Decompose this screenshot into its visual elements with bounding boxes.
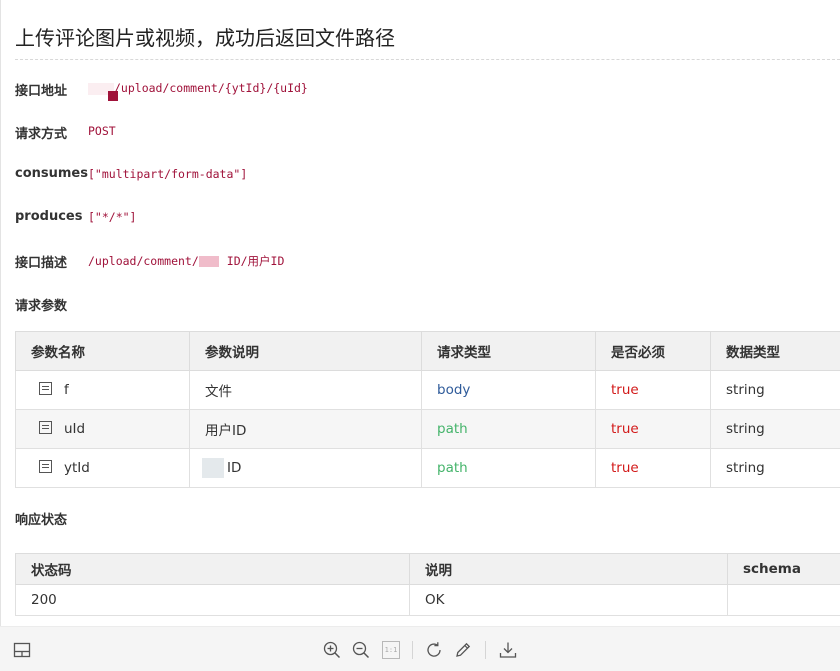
left-border	[0, 0, 1, 626]
description-label: 接口描述	[15, 252, 67, 271]
param-desc-cell: ID	[190, 449, 422, 488]
column-header: 状态码	[16, 554, 410, 585]
table-row: ytId ID path true string	[16, 449, 840, 488]
zoom-in-icon[interactable]	[323, 641, 341, 659]
param-in: path	[422, 410, 596, 449]
status-schema	[728, 585, 840, 616]
params-table: 参数名称 参数说明 请求类型 是否必须 数据类型 f 文件 body true …	[15, 331, 840, 488]
param-desc: ID	[227, 460, 241, 476]
consumes-label: consumes	[15, 166, 88, 181]
api-doc-page: 上传评论图片或视频，成功后返回文件路径 接口地址 /upload/comment…	[0, 0, 840, 626]
endpoint-value: /upload/comment/{ytId}/{uId}	[88, 81, 308, 95]
redacted-text	[199, 256, 219, 267]
param-type: string	[711, 410, 840, 449]
status-desc: OK	[410, 585, 728, 616]
table-row: f 文件 body true string	[16, 371, 840, 410]
params-header-row: 参数名称 参数说明 请求类型 是否必须 数据类型	[16, 332, 840, 371]
toolbar-divider	[412, 641, 413, 659]
param-name-cell: f	[16, 371, 190, 410]
endpoint-path: /upload/comment/{ytId}/{uId}	[114, 81, 308, 95]
consumes-value: ["multipart/form-data"]	[88, 167, 247, 181]
list-icon	[39, 382, 52, 395]
param-desc: 文件	[190, 371, 422, 410]
list-icon	[39, 421, 52, 434]
params-section-title: 请求参数	[15, 295, 67, 314]
description-suffix: ID/用户ID	[227, 254, 285, 268]
zoom-out-icon[interactable]	[352, 641, 370, 659]
param-name: uId	[64, 421, 85, 437]
column-header: 数据类型	[711, 332, 840, 371]
column-header: 说明	[410, 554, 728, 585]
column-header: 是否必须	[596, 332, 711, 371]
toolbar-divider	[485, 641, 486, 659]
status-code: 200	[16, 585, 410, 616]
download-icon[interactable]	[499, 641, 517, 659]
produces-label: produces	[15, 209, 82, 224]
status-table: 状态码 说明 schema 200 OK	[15, 553, 840, 616]
column-header: 请求类型	[422, 332, 596, 371]
param-name-cell: uId	[16, 410, 190, 449]
redacted-text	[202, 458, 224, 478]
column-header: schema	[728, 554, 840, 585]
edit-icon[interactable]	[454, 641, 472, 659]
title-divider	[15, 59, 840, 60]
param-in: path	[422, 449, 596, 488]
param-name-cell: ytId	[16, 449, 190, 488]
column-header: 参数名称	[16, 332, 190, 371]
redacted-host	[88, 83, 114, 95]
table-row: uId 用户ID path true string	[16, 410, 840, 449]
produces-value: ["*/*"]	[88, 210, 136, 224]
param-name: f	[64, 382, 69, 398]
sidebar-toggle-icon[interactable]	[13, 641, 31, 659]
param-required: true	[596, 371, 711, 410]
method-value: POST	[88, 124, 116, 138]
table-row: 200 OK	[16, 585, 840, 616]
status-header-row: 状态码 说明 schema	[16, 554, 840, 585]
param-desc: 用户ID	[190, 410, 422, 449]
endpoint-label: 接口地址	[15, 80, 67, 99]
viewer-toolbar: 1:1	[0, 626, 840, 671]
method-label: 请求方式	[15, 123, 67, 142]
param-type: string	[711, 371, 840, 410]
param-in: body	[422, 371, 596, 410]
column-header: 参数说明	[190, 332, 422, 371]
list-icon	[39, 460, 52, 473]
param-required: true	[596, 449, 711, 488]
rotate-icon[interactable]	[425, 641, 443, 659]
param-type: string	[711, 449, 840, 488]
status-section-title: 响应状态	[15, 509, 67, 528]
page-title: 上传评论图片或视频，成功后返回文件路径	[15, 22, 395, 51]
param-required: true	[596, 410, 711, 449]
actual-size-icon[interactable]: 1:1	[382, 641, 400, 659]
description-value: /upload/comment/ID/用户ID	[88, 253, 284, 269]
param-name: ytId	[64, 460, 90, 476]
description-prefix: /upload/comment/	[88, 254, 199, 268]
